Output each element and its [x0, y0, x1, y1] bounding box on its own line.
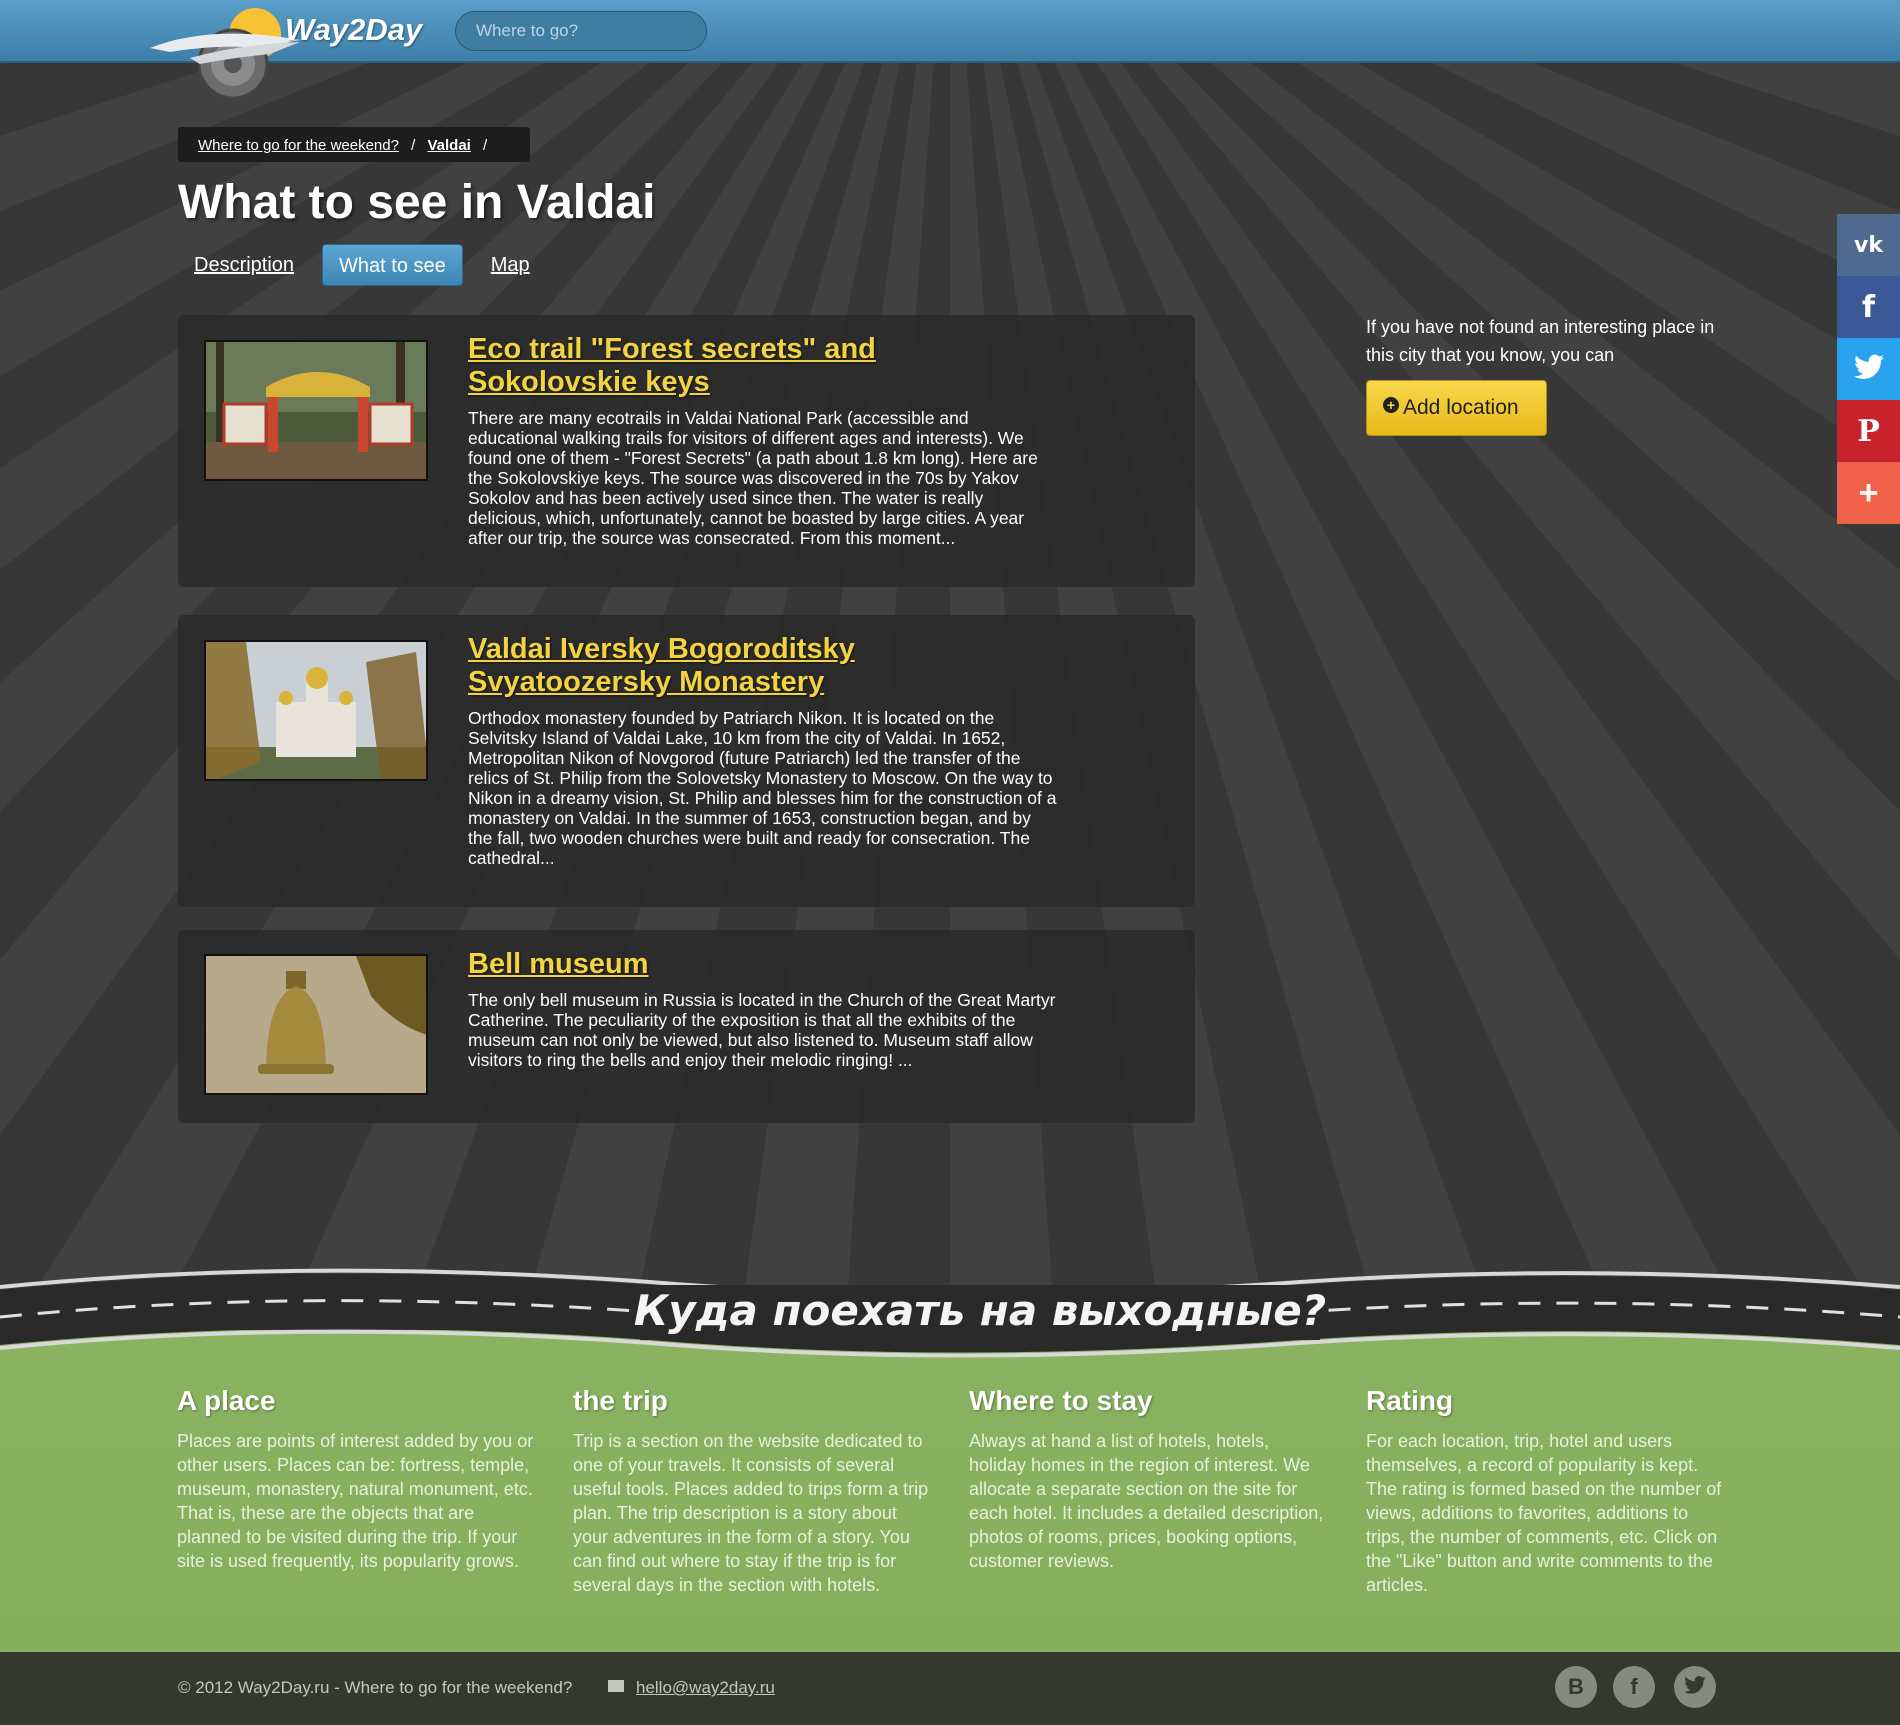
place-card: Eco trail "Forest secrets" and Sokolovsk… — [178, 315, 1195, 587]
footer-col-title: the trip — [573, 1385, 668, 1416]
footer-col-place: A place Places are points of interest ad… — [177, 1385, 537, 1573]
place-photo-eco-trail[interactable] — [204, 340, 428, 481]
plus-circle-icon: + — [1383, 397, 1399, 413]
footer-col-title: Rating — [1366, 1385, 1454, 1416]
tab-what-to-see[interactable]: What to see — [322, 244, 463, 286]
vk-icon: vk — [1854, 232, 1883, 258]
share-facebook-button[interactable]: f — [1837, 276, 1900, 338]
place-title[interactable]: Bell museum — [468, 948, 888, 981]
facebook-link[interactable]: f — [1613, 1666, 1655, 1708]
blogger-icon: B — [1568, 1674, 1584, 1699]
pinterest-icon: P — [1857, 413, 1880, 449]
footer-col-rating: Rating For each location, trip, hotel an… — [1366, 1385, 1726, 1597]
tab-description[interactable]: Description — [178, 244, 310, 286]
tab-map[interactable]: Map — [475, 244, 546, 286]
plus-icon: + — [1858, 473, 1879, 512]
twitter-icon — [1853, 354, 1884, 385]
share-pinterest-button[interactable]: P — [1837, 400, 1900, 462]
share-twitter-button[interactable] — [1837, 338, 1900, 400]
copyright: © 2012 Way2Day.ru - Where to go for the … — [178, 1678, 573, 1697]
blogger-link[interactable]: B — [1555, 1666, 1597, 1708]
breadcrumb-link-valdai[interactable]: Valdai — [427, 137, 470, 154]
place-card: Valdai Iversky Bogoroditsky Svyatoozersk… — [178, 615, 1195, 907]
breadcrumb-separator: / — [411, 137, 416, 154]
twitter-icon — [1684, 1674, 1706, 1700]
footer-col-title: Where to stay — [969, 1385, 1153, 1416]
place-description: The only bell museum in Russia is locate… — [468, 990, 1056, 1070]
mail-icon — [608, 1680, 624, 1692]
add-location-label: Add location — [1403, 396, 1519, 419]
footer-col-text: Trip is a section on the website dedicat… — [573, 1431, 929, 1595]
place-title[interactable]: Eco trail "Forest secrets" and Sokolovsk… — [468, 333, 888, 399]
search-input[interactable] — [455, 11, 707, 51]
share-more-button[interactable]: + — [1837, 462, 1900, 524]
breadcrumb: Where to go for the weekend? / Valdai / — [178, 127, 530, 162]
email-link[interactable]: hello@way2day.ru — [636, 1678, 775, 1698]
place-description: Orthodox monastery founded by Patriarch … — [468, 708, 1057, 868]
facebook-icon: f — [1630, 1674, 1638, 1699]
footer-col-text: For each location, trip, hotel and users… — [1366, 1431, 1722, 1595]
footer-col-text: Always at hand a list of hotels, hotels,… — [969, 1431, 1324, 1571]
footer-col-trip: the trip Trip is a section on the websit… — [573, 1385, 933, 1597]
breadcrumb-separator: / — [483, 137, 488, 154]
bottom-bar: © 2012 Way2Day.ru - Where to go for the … — [0, 1652, 1900, 1725]
place-title[interactable]: Valdai Iversky Bogoroditsky Svyatoozersk… — [468, 633, 888, 699]
add-location-hint: If you have not found an interesting pla… — [1366, 317, 1715, 365]
place-card: Bell museum The only bell museum in Russ… — [178, 930, 1195, 1123]
facebook-icon: f — [1861, 289, 1876, 325]
place-photo-bell[interactable] — [204, 954, 428, 1095]
page-title: What to see in Valdai — [178, 176, 656, 229]
footer-col-title: A place — [177, 1385, 276, 1416]
logo-text[interactable]: Way2Day — [285, 12, 422, 48]
add-location-button[interactable]: + Add location — [1366, 380, 1547, 436]
footer-col-text: Places are points of interest added by y… — [177, 1431, 534, 1571]
breadcrumb-link-home[interactable]: Where to go for the weekend? — [198, 137, 399, 154]
footer-col-stay: Where to stay Always at hand a list of h… — [969, 1385, 1329, 1573]
twitter-link[interactable] — [1674, 1666, 1716, 1708]
road-slogan: Куда поехать на выходные? — [634, 1286, 1326, 1335]
tab-bar: Description What to see Map — [178, 244, 558, 286]
share-vk-button[interactable]: vk — [1837, 214, 1900, 276]
place-description: There are many ecotrails in Valdai Natio… — [468, 408, 1038, 548]
road-banner: Куда поехать на выходные? — [0, 1265, 1900, 1365]
top-header: Way2Day — [0, 0, 1900, 100]
place-photo-monastery[interactable] — [204, 640, 428, 781]
